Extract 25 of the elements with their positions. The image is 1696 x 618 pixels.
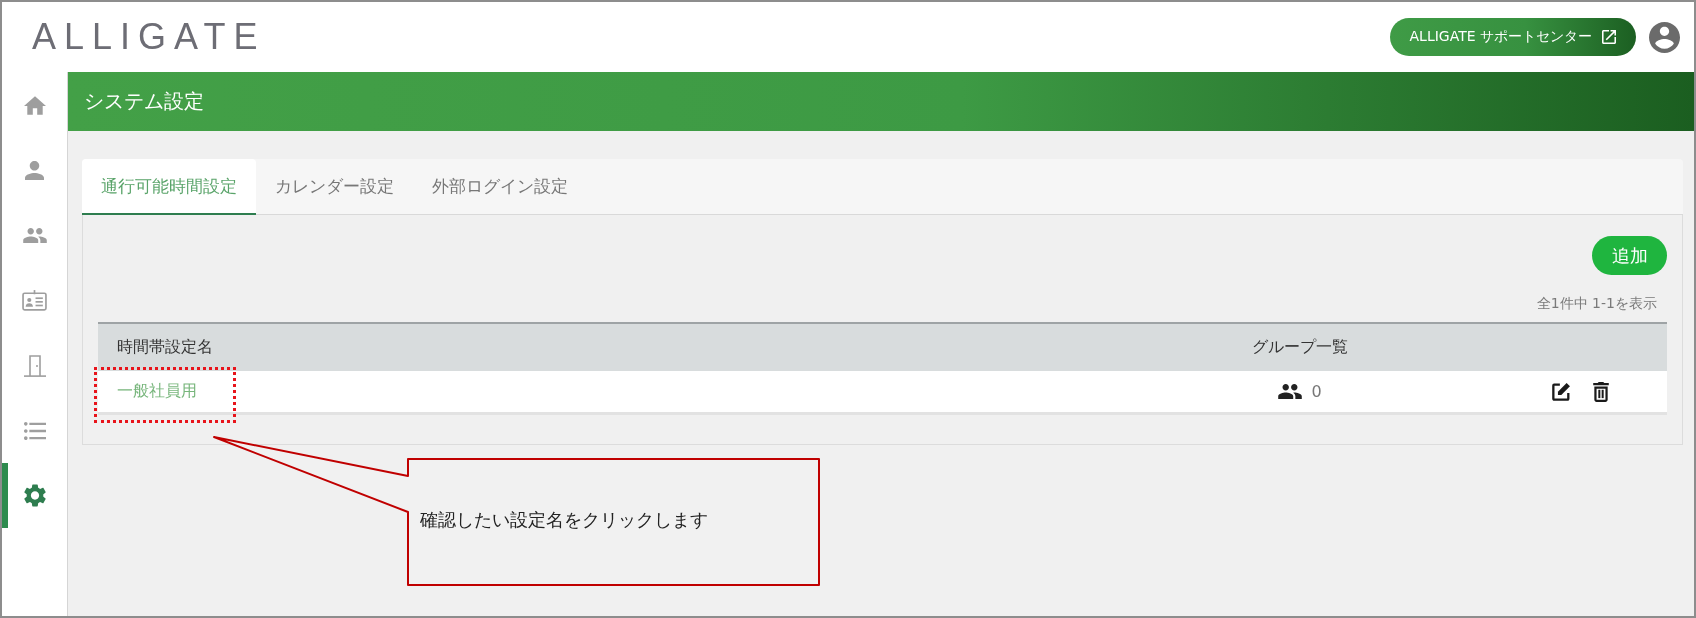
result-count: 全1件中 1-1を表示	[1536, 294, 1657, 313]
home-icon	[23, 96, 46, 115]
edit-icon[interactable]	[1552, 382, 1571, 401]
column-header: 時間帯設定名	[116, 337, 214, 358]
external-link-icon	[1602, 30, 1616, 44]
add-button[interactable]: 追加	[1592, 236, 1667, 275]
support-center-button[interactable]: ALLIGATE サポートセンター	[1389, 18, 1636, 56]
logo: ALLIGATE	[32, 19, 266, 55]
settings-icon	[23, 484, 46, 507]
column-header: グループ一覧	[1251, 337, 1349, 358]
tab[interactable]: 通行可能時間設定	[82, 159, 256, 215]
group-icon	[1278, 384, 1303, 399]
person-icon	[25, 161, 44, 180]
callout-text: 確認したい設定名をクリックします	[420, 508, 708, 532]
list-icon	[23, 421, 46, 440]
tab[interactable]: 外部ログイン設定	[413, 159, 587, 215]
setting-name-link[interactable]: 一般社員用	[117, 381, 197, 402]
group-count: 0	[1311, 382, 1322, 401]
page-title: システム設定	[84, 88, 204, 115]
people-icon	[22, 228, 47, 243]
trash-icon[interactable]	[1593, 381, 1609, 402]
account-icon[interactable]	[1649, 21, 1680, 53]
door-icon	[22, 354, 47, 377]
tab[interactable]: カレンダー設定	[256, 159, 413, 215]
id-card-icon	[22, 290, 47, 311]
